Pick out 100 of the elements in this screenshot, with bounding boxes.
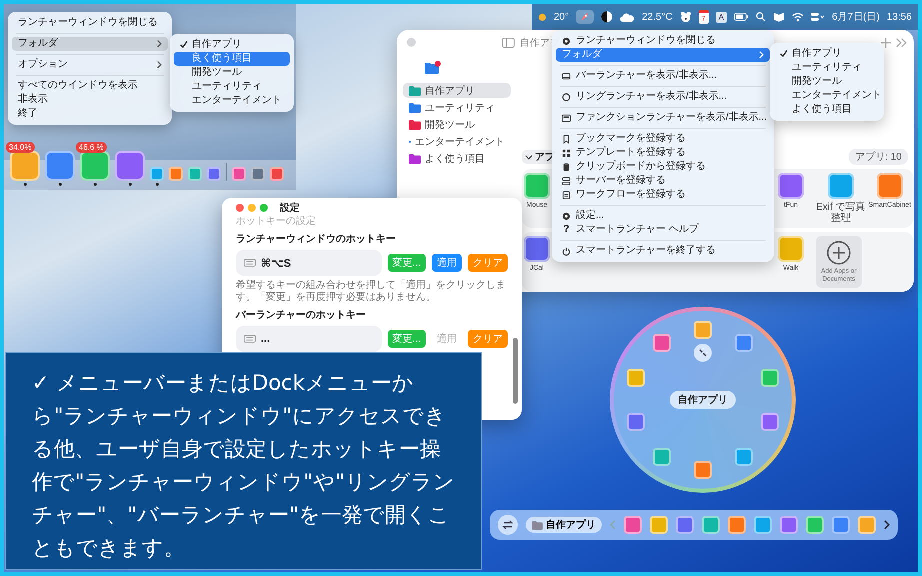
menu-item[interactable]: ファンクションランチャーを表示/非表示... xyxy=(556,111,770,125)
circle-icon xyxy=(562,92,571,102)
sidebar-folder[interactable]: 開発ツール xyxy=(403,117,511,132)
menu-item[interactable]: サーバーを登録する xyxy=(556,174,770,188)
app-icon[interactable] xyxy=(524,236,550,262)
scrollbar-thumb[interactable] xyxy=(513,338,518,404)
menu-item[interactable]: オプション xyxy=(12,58,168,72)
app-icon[interactable] xyxy=(251,167,265,181)
menu-item[interactable]: 非表示 xyxy=(12,93,168,107)
app-icon[interactable] xyxy=(694,461,712,479)
menu-bar-clock[interactable]: 13:56 xyxy=(886,12,912,22)
bear-icon[interactable] xyxy=(680,11,692,23)
menu-item[interactable]: 開発ツール xyxy=(774,75,880,89)
menu-item[interactable]: ブックマークを登録する xyxy=(556,132,770,146)
menu-item[interactable]: エンターテイメント xyxy=(174,94,290,108)
app-icon[interactable] xyxy=(207,167,221,181)
app-icon[interactable] xyxy=(735,334,754,352)
menu-item[interactable]: 自作アプリ xyxy=(774,47,880,61)
collapse-icon[interactable] xyxy=(694,344,712,362)
swap-icon[interactable] xyxy=(498,515,518,535)
new-folder-icon[interactable] xyxy=(425,61,441,76)
hotkey-field[interactable]: ... xyxy=(236,326,382,352)
menu-item[interactable]: クリップボードから登録する xyxy=(556,160,770,174)
app-icon[interactable] xyxy=(524,173,550,200)
menu-item[interactable]: ユーティリティ xyxy=(174,80,290,94)
keyboard-icon xyxy=(244,259,256,267)
menu-item[interactable]: バーランチャーを表示/非表示... xyxy=(556,69,770,83)
menu-item[interactable]: 自作アプリ xyxy=(174,38,290,52)
app-icon[interactable] xyxy=(270,167,284,181)
menu-bar-date[interactable]: 6月7日(日) xyxy=(832,10,880,24)
menu-item[interactable]: すべてのウインドウを表示 xyxy=(12,79,168,93)
app-icon[interactable] xyxy=(80,151,110,181)
percentage-badge: 46.6 % xyxy=(76,142,107,153)
menu-item[interactable]: テンプレートを登録する xyxy=(556,146,770,160)
zoom-button[interactable] xyxy=(260,204,268,212)
menu-item[interactable]: ユーティリティ xyxy=(774,61,880,75)
app-icon[interactable] xyxy=(232,167,246,181)
plus-icon[interactable] xyxy=(881,38,891,48)
sidebar-folder[interactable]: よく使う項目 xyxy=(403,151,511,166)
menu-item[interactable]: リングランチャーを表示/非表示... xyxy=(556,90,770,104)
app-icon[interactable] xyxy=(45,151,75,181)
app-icon[interactable] xyxy=(780,516,798,534)
hotkey-field[interactable]: ⌘⌥S xyxy=(236,250,382,276)
app-icon[interactable] xyxy=(828,173,854,200)
settings-icon xyxy=(562,36,571,46)
app-icon[interactable] xyxy=(169,167,183,181)
window-control-icon[interactable] xyxy=(407,38,416,48)
folder-label[interactable]: 自作アプリ xyxy=(670,391,736,409)
app-icon[interactable] xyxy=(624,516,642,534)
close-button[interactable] xyxy=(236,204,244,212)
double-chevron-icon[interactable] xyxy=(896,38,908,48)
app-icon[interactable] xyxy=(10,151,40,181)
app-icon[interactable] xyxy=(627,369,646,388)
chevron-right-icon[interactable] xyxy=(884,520,890,530)
power-icon xyxy=(562,246,571,256)
question-mark-icon: ? xyxy=(562,223,571,237)
menu-item[interactable]: よく使う項目 xyxy=(774,103,880,117)
app-icon[interactable] xyxy=(778,173,804,200)
menu-item[interactable]: 開発ツール xyxy=(174,66,290,80)
app-icon[interactable] xyxy=(735,448,754,466)
input-source-indicator[interactable]: A xyxy=(716,12,728,22)
app-icon[interactable] xyxy=(778,236,804,262)
contrast-icon[interactable] xyxy=(601,11,614,23)
app-icon[interactable] xyxy=(652,334,671,352)
sidebar-folder[interactable]: エンターテイメント xyxy=(403,134,511,150)
menu-item[interactable]: 終了 xyxy=(12,107,168,121)
battery-icon[interactable] xyxy=(734,13,750,21)
chevron-left-icon[interactable] xyxy=(610,520,616,530)
menu-item[interactable]: ワークフローを登録する xyxy=(556,188,770,202)
sidebar-folder[interactable]: ユーティリティ xyxy=(403,100,511,116)
app-icon[interactable] xyxy=(627,412,646,431)
menu-item[interactable]: エンターテイメント xyxy=(774,89,880,103)
app-icon[interactable] xyxy=(676,516,694,534)
sidebar-folder[interactable]: 自作アプリ xyxy=(403,83,511,98)
hotkey-label: バーランチャーのホットキー xyxy=(236,310,367,322)
app-icon[interactable] xyxy=(694,321,712,339)
menu-item[interactable]: ? スマートランチャー ヘルプ xyxy=(556,223,770,237)
folder-selector[interactable]: 自作アプリ xyxy=(526,517,602,533)
settings-icon xyxy=(562,212,571,220)
minimize-button[interactable] xyxy=(248,204,256,212)
app-icon[interactable] xyxy=(728,516,746,534)
launcher-menu-icon[interactable] xyxy=(576,10,594,24)
app-icon[interactable] xyxy=(832,516,850,534)
control-center-icon[interactable] xyxy=(811,12,826,22)
app-icon[interactable] xyxy=(754,516,772,534)
cloud-icon xyxy=(620,12,636,22)
menu-item[interactable]: ランチャーウィンドウを閉じる xyxy=(12,16,168,30)
menu-item[interactable]: スマートランチャーを終了する xyxy=(556,244,770,258)
app-icon[interactable] xyxy=(115,151,145,181)
app-icon[interactable] xyxy=(877,173,903,200)
search-icon[interactable] xyxy=(756,12,766,22)
sidebar-toggle-icon[interactable] xyxy=(502,38,515,48)
box-icon[interactable] xyxy=(773,12,786,22)
menu-item[interactable]: フォルダ xyxy=(12,37,168,51)
wifi-icon[interactable] xyxy=(792,12,804,22)
percentage-badge: 34.0% xyxy=(6,142,35,153)
menu-item[interactable]: 良く使う項目 xyxy=(174,52,290,66)
app-icon[interactable] xyxy=(150,167,164,181)
menu-item[interactable]: 設定... xyxy=(556,209,770,223)
menu-item[interactable]: フォルダ xyxy=(556,48,770,62)
